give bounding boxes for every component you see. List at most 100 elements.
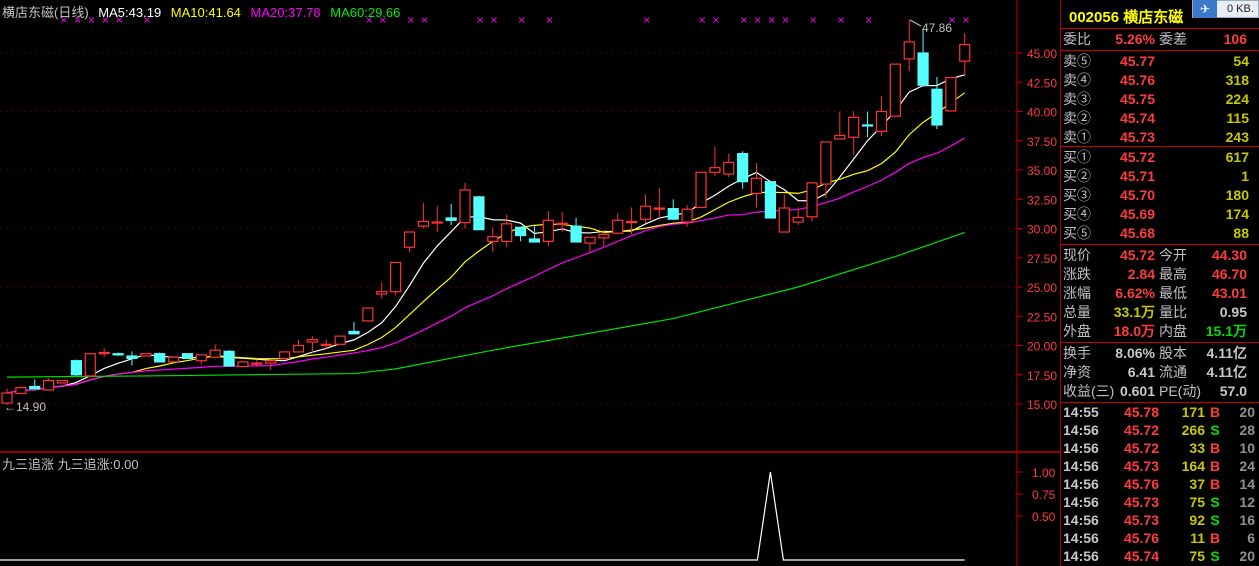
stock-name: 横店东磁 <box>1123 9 1184 26</box>
trade-price: 45.74 <box>1123 548 1159 564</box>
candle-down <box>514 226 527 237</box>
trade-volume: 75 <box>1189 494 1205 510</box>
sell-level-price: 45.73 <box>1119 128 1155 145</box>
buy-level-volume: 88 <box>1233 224 1249 241</box>
candle-up <box>265 360 277 364</box>
sell-level-row[interactable]: 卖① 45.73 243 <box>1061 127 1259 146</box>
quote-label: 最高 <box>1159 265 1187 282</box>
fundamental-label: 股本 <box>1159 344 1187 361</box>
candle-up <box>56 380 69 384</box>
weicha-label: 委差 <box>1159 30 1187 47</box>
buy-level-volume: 180 <box>1225 186 1249 203</box>
buy-level-row[interactable]: 买⑤ 45.68 88 <box>1061 223 1259 242</box>
fundamental-value: 4.11亿 <box>1206 363 1247 380</box>
quote-label: 涨跌 <box>1063 265 1091 282</box>
candle-down <box>764 181 777 219</box>
trade-price: 45.76 <box>1123 530 1159 546</box>
candle-up <box>653 207 665 210</box>
buy-level-row[interactable]: 买③ 45.70 180 <box>1061 185 1259 204</box>
candle-up <box>612 219 624 234</box>
quote-value: 15.1万 <box>1205 322 1247 339</box>
candle-up <box>875 110 888 132</box>
trade-count: 10 <box>1239 440 1255 456</box>
ma5-label: MA5:43.19 <box>98 5 162 20</box>
trade-row: 14:56 45.73 164 B 24 <box>1061 457 1259 475</box>
sell-level-volume: 318 <box>1225 71 1249 88</box>
indicator-y-tick-label: 0.50 <box>1032 510 1056 524</box>
quote-value: 6.62% <box>1115 284 1155 301</box>
candle-up <box>709 167 721 173</box>
bird-logo-icon: ✈ <box>1193 0 1217 18</box>
ma60-label: MA60:29.66 <box>330 5 401 20</box>
trade-side: B <box>1209 530 1221 546</box>
sell-level-label: 卖③ <box>1063 90 1091 107</box>
y-tick-label: 20.00 <box>1027 340 1057 354</box>
sell-level-row[interactable]: 卖⑤ 45.77 54 <box>1061 51 1259 70</box>
signal-marker-icon: × <box>518 15 526 26</box>
quote-row: 涨幅 6.62% 最低 43.01 <box>1061 283 1259 302</box>
fundamental-value: 6.41 <box>1127 363 1155 380</box>
signal-marker-icon: × <box>642 15 650 26</box>
candle-up <box>723 161 735 175</box>
indicator-title: 九三追涨 九三追涨:0.00 <box>2 454 139 473</box>
sell-level-volume: 115 <box>1226 109 1249 126</box>
sell-level-price: 45.74 <box>1119 109 1155 126</box>
buy-level-row[interactable]: 买④ 45.69 174 <box>1061 204 1259 223</box>
trade-time: 14:56 <box>1063 548 1099 564</box>
candle-up <box>459 189 471 224</box>
trade-price: 45.78 <box>1123 404 1159 420</box>
fundamental-row: 净资 6.41 流通 4.11亿 <box>1061 362 1259 381</box>
buy-level-row[interactable]: 买② 45.71 1 <box>1061 166 1259 185</box>
fundamental-label: 换手 <box>1063 344 1091 361</box>
y-tick-label: 35.00 <box>1027 164 1057 178</box>
sell-level-row[interactable]: 卖③ 45.75 224 <box>1061 89 1259 108</box>
trade-side: B <box>1209 404 1221 420</box>
quote-label: 涨幅 <box>1063 284 1091 301</box>
y-tick-label: 37.50 <box>1027 135 1057 149</box>
fundamental-label: PE(动) <box>1159 382 1201 399</box>
trade-count: 28 <box>1239 422 1255 438</box>
buy-level-label: 买② <box>1063 167 1091 184</box>
trade-side: S <box>1210 512 1220 528</box>
trade-price: 45.73 <box>1123 494 1159 510</box>
buy-level-row[interactable]: 买① 45.72 617 <box>1061 147 1259 166</box>
net-speed-widget[interactable]: ✈ 0 KB. <box>1192 0 1259 18</box>
trade-time: 14:56 <box>1063 530 1099 546</box>
fundamental-value: 0.601 <box>1119 382 1155 399</box>
trade-volume: 33 <box>1189 440 1205 456</box>
trade-time: 14:56 <box>1063 458 1099 474</box>
candle-up <box>15 387 27 395</box>
trade-count: 20 <box>1239 548 1255 564</box>
candle-up <box>750 177 763 195</box>
quote-value: 46.70 <box>1211 265 1247 282</box>
quote-value: 45.72 <box>1119 246 1155 263</box>
signal-marker-icon: × <box>545 15 553 26</box>
quote-label: 量比 <box>1159 303 1187 320</box>
candle-down <box>29 385 41 390</box>
trade-row: 14:56 45.73 92 S 16 <box>1061 511 1259 529</box>
buy-level-label: 买④ <box>1063 205 1091 222</box>
candle-up <box>431 221 443 224</box>
quote-label: 今开 <box>1159 246 1187 263</box>
quote-label: 最低 <box>1159 284 1187 301</box>
sell-level-row[interactable]: 卖② 45.74 115 <box>1061 108 1259 127</box>
tick-trades-list[interactable]: 14:55 45.78 171 B 20 14:56 45.72 266 S 28 14:56 45.… <box>1061 403 1259 565</box>
y-tick-label: 25.00 <box>1027 281 1057 295</box>
candle-up <box>43 380 55 391</box>
signal-marker-icon: × <box>490 15 498 26</box>
candle-down <box>737 153 749 183</box>
sell-level-price: 45.75 <box>1119 90 1155 107</box>
candle-up <box>820 141 832 185</box>
candle-down <box>181 353 194 359</box>
candle-up <box>639 205 652 220</box>
buy-level-label: 买① <box>1063 148 1091 165</box>
ma10-line <box>6 92 966 394</box>
sell-level-row[interactable]: 卖④ 45.76 318 <box>1061 70 1259 89</box>
indicator-value: 九三追涨:0.00 <box>57 457 139 472</box>
fundamental-label: 收益(三) <box>1063 382 1115 399</box>
candle-down <box>348 330 360 335</box>
trade-row: 14:56 45.76 11 B 6 <box>1061 529 1259 547</box>
kline-chart[interactable]: 45.00 42.50 40.00 37.50 35.00 32.50 30.00 27.50… <box>0 0 1060 566</box>
sell-level-volume: 243 <box>1225 128 1249 145</box>
quote-label: 总量 <box>1063 303 1091 320</box>
